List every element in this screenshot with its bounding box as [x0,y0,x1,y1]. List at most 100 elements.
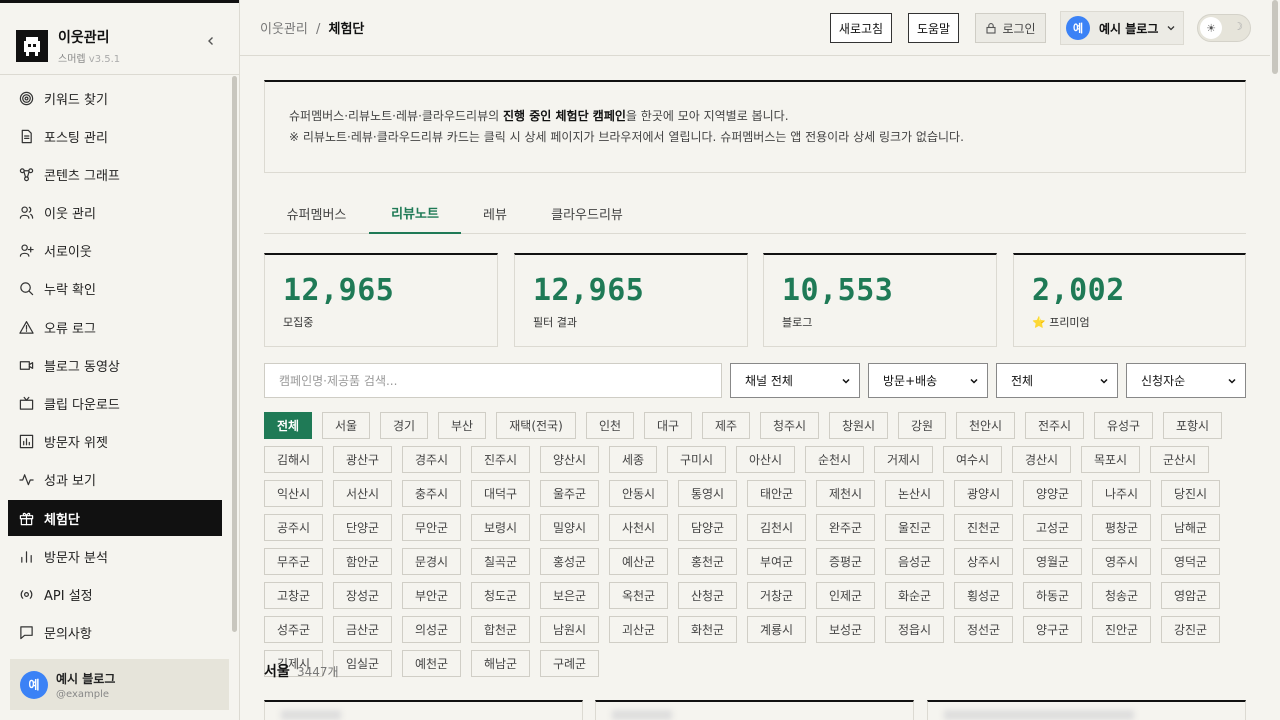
region-chip[interactable]: 재택(전국) [496,412,576,439]
region-chip[interactable]: 횡성군 [954,582,1013,609]
region-chip[interactable]: 양양군 [1023,480,1082,507]
region-chip[interactable]: 대구 [644,412,692,439]
region-chip[interactable]: 평창군 [1092,514,1151,541]
sidebar-item-5[interactable]: 서로이웃 [8,233,222,269]
region-chip[interactable]: 공주시 [264,514,323,541]
region-chip[interactable]: 여수시 [943,446,1002,473]
region-chip[interactable]: 울진군 [885,514,944,541]
region-chip[interactable]: 부안군 [402,582,461,609]
region-chip[interactable]: 증평군 [816,548,875,575]
region-chip[interactable]: 부산 [438,412,486,439]
region-chip[interactable]: 진안군 [1092,616,1151,643]
region-chip[interactable]: 고창군 [264,582,323,609]
sidebar-item-15[interactable]: 문의사항 [8,615,222,651]
sidebar-item-3[interactable]: 콘텐츠 그래프 [8,156,222,192]
region-chip[interactable]: 옥천군 [609,582,668,609]
region-chip[interactable]: 정읍시 [885,616,944,643]
region-chip[interactable]: 진주시 [471,446,530,473]
region-chip[interactable]: 의성군 [402,616,461,643]
region-chip[interactable]: 화순군 [885,582,944,609]
region-chip[interactable]: 장성군 [333,582,392,609]
region-chip[interactable]: 안동시 [609,480,668,507]
campaign-search-input[interactable]: 캠페인명·제공품 검색... [264,363,722,398]
sidebar-item-4[interactable]: 이웃 관리 [8,195,222,231]
region-chip[interactable]: 담양군 [678,514,737,541]
region-chip[interactable]: 영주시 [1092,548,1151,575]
region-chip[interactable]: 보령시 [471,514,530,541]
region-chip[interactable]: 홍천군 [678,548,737,575]
region-chip[interactable]: 괴산군 [609,616,668,643]
region-chip[interactable]: 강원 [898,412,946,439]
category-select[interactable]: 전체 [996,363,1118,398]
region-chip[interactable]: 광산구 [333,446,392,473]
region-chip[interactable]: 경산시 [1012,446,1071,473]
sidebar-item-2[interactable]: 포스팅 관리 [8,118,222,154]
region-chip[interactable]: 화천군 [678,616,737,643]
tab-supermembers[interactable]: 슈퍼멤버스 [264,192,369,234]
region-chip[interactable]: 제주 [702,412,750,439]
region-chip[interactable]: 전주시 [1025,412,1084,439]
region-chip[interactable]: 계룡시 [747,616,806,643]
region-chip[interactable]: 인제군 [816,582,875,609]
region-chip[interactable]: 진천군 [954,514,1013,541]
region-chip[interactable]: 무주군 [264,548,323,575]
region-chip[interactable]: 거창군 [747,582,806,609]
region-chip[interactable]: 경주시 [402,446,461,473]
region-chip[interactable]: 해남군 [471,650,530,677]
region-chip[interactable]: 고성군 [1023,514,1082,541]
region-chip[interactable]: 청주시 [760,412,819,439]
user-card[interactable]: 예 예시 블로그 @example [10,659,229,710]
region-chip[interactable]: 세종 [609,446,657,473]
region-chip[interactable]: 태안군 [747,480,806,507]
channel-select[interactable]: 채널 전체 [730,363,860,398]
region-chip[interactable]: 익산시 [264,480,323,507]
region-chip[interactable]: 제천시 [816,480,875,507]
sidebar-item-11[interactable]: 성과 보기 [8,462,222,498]
region-chip[interactable]: 서산시 [333,480,392,507]
region-chip[interactable]: 울주군 [540,480,599,507]
breadcrumb-parent[interactable]: 이웃관리 [260,22,308,37]
region-chip[interactable]: 예산군 [609,548,668,575]
region-chip[interactable]: 무안군 [402,514,461,541]
region-chip[interactable]: 서울 [322,412,370,439]
region-chip[interactable]: 하동군 [1023,582,1082,609]
campaign-card[interactable] [595,700,914,720]
sidebar-item-1[interactable]: 키워드 찾기 [8,80,222,116]
region-chip[interactable]: 홍성군 [540,548,599,575]
region-chip[interactable]: 성주군 [264,616,323,643]
region-chip[interactable]: 임실군 [333,650,392,677]
campaign-card[interactable] [264,700,583,720]
sidebar-item-6[interactable]: 누락 확인 [8,271,222,307]
region-chip[interactable]: 거제시 [874,446,933,473]
region-chip[interactable]: 순천시 [805,446,864,473]
region-chip[interactable]: 남원시 [540,616,599,643]
region-chip[interactable]: 영암군 [1161,582,1220,609]
region-chip[interactable]: 청도군 [471,582,530,609]
region-chip[interactable]: 완주군 [816,514,875,541]
region-chip[interactable]: 김천시 [747,514,806,541]
region-chip[interactable]: 통영시 [678,480,737,507]
region-chip[interactable]: 대덕구 [471,480,530,507]
sidebar-item-10[interactable]: 방문자 위젯 [8,424,222,460]
region-chip[interactable]: 광양시 [954,480,1013,507]
region-chip[interactable]: 당진시 [1161,480,1220,507]
region-chip[interactable]: 군산시 [1150,446,1209,473]
region-chip[interactable]: 음성군 [885,548,944,575]
campaign-card[interactable] [927,700,1246,720]
region-chip[interactable]: 양구군 [1023,616,1082,643]
region-chip[interactable]: 산청군 [678,582,737,609]
region-chip[interactable]: 전체 [264,412,312,439]
region-chip[interactable]: 칠곡군 [471,548,530,575]
collapse-sidebar-button[interactable] [203,33,219,49]
region-chip[interactable]: 정선군 [954,616,1013,643]
region-chip[interactable]: 나주시 [1092,480,1151,507]
sidebar-scrollbar[interactable] [232,76,237,632]
blog-selector[interactable]: 예 예시 블로그 [1060,11,1184,45]
sidebar-item-14[interactable]: API 설정 [8,576,222,612]
region-chip[interactable]: 유성구 [1094,412,1153,439]
region-chip[interactable]: 논산시 [885,480,944,507]
region-chip[interactable]: 예천군 [402,650,461,677]
page-scrollbar[interactable] [1272,0,1278,74]
region-chip[interactable]: 충주시 [402,480,461,507]
region-chip[interactable]: 보은군 [540,582,599,609]
